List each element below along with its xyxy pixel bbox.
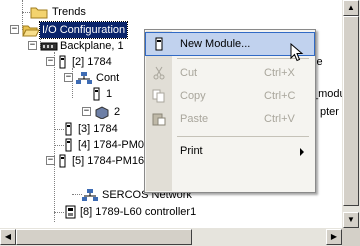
- tree-item-backplane[interactable]: − Backplane, 1: [28, 38, 148, 54]
- copy-icon: [152, 89, 165, 103]
- tree-connector: [54, 145, 64, 146]
- tree-item-trends[interactable]: Trends: [30, 4, 150, 20]
- horizontal-scroll-thumb[interactable]: [16, 229, 192, 245]
- tree-item-label: 2: [114, 106, 121, 118]
- tree-item-label: [2] 1784: [72, 56, 112, 68]
- tree-item-label: I/O Configuration: [38, 21, 129, 39]
- menu-item-label: Cut: [180, 67, 198, 79]
- network-icon: [82, 189, 98, 201]
- menu-item-shortcut: Ctrl+C: [264, 90, 296, 102]
- tree-connector: [54, 52, 55, 222]
- module-icon: [93, 87, 100, 101]
- mouse-cursor-icon: [290, 43, 304, 62]
- open-folder-icon: [22, 25, 40, 37]
- paste-icon: [152, 113, 166, 126]
- network-icon: [76, 72, 92, 84]
- menu-item-shortcut: Ctrl+X: [264, 67, 295, 79]
- collapse-icon[interactable]: −: [10, 25, 19, 34]
- collapse-icon[interactable]: −: [64, 73, 73, 82]
- menu-item-label: Copy: [180, 90, 206, 102]
- tree-item-label: [3] 1784: [78, 123, 118, 135]
- scroll-right-button[interactable]: ▶: [326, 229, 342, 245]
- module-icon: [59, 55, 66, 69]
- submenu-arrow-icon: [300, 148, 304, 156]
- tree-item-label-suffix: pter: [320, 106, 339, 118]
- vertical-scrollbar[interactable]: ▲ ▼: [342, 0, 360, 228]
- tree-item-connection[interactable]: − Cont: [64, 70, 144, 86]
- tree-connector: [54, 212, 64, 213]
- tree-connector: [72, 194, 82, 195]
- menu-item-label: Print: [180, 145, 203, 157]
- collapse-icon[interactable]: −: [46, 156, 55, 165]
- folder-icon: [30, 7, 48, 19]
- menu-item-label: Paste: [180, 113, 209, 125]
- module-icon: [65, 122, 72, 136]
- horizontal-scrollbar[interactable]: ◀ ▶: [0, 228, 342, 246]
- tree-item-label: [8] 1789-L60 controller1: [80, 206, 197, 218]
- tree-item-label: Cont: [96, 72, 120, 84]
- menu-item-shortcut: Ctrl+V: [264, 113, 295, 125]
- tree-item-io-configuration[interactable]: − I/O Configuration: [10, 21, 160, 39]
- menu-item-new-module[interactable]: New Module...: [145, 32, 315, 56]
- menu-item-label: New Module...: [180, 38, 251, 50]
- vertical-scroll-thumb[interactable]: [343, 16, 359, 206]
- tree-item-label: Backplane, 1: [60, 40, 124, 52]
- scroll-down-button[interactable]: ▼: [343, 212, 359, 228]
- collapse-icon[interactable]: −: [82, 107, 91, 116]
- scroll-corner: [342, 228, 360, 246]
- menu-separator: [177, 136, 309, 137]
- tree-item-label: Trends: [52, 6, 86, 18]
- new-module-icon: [155, 37, 163, 51]
- collapse-icon[interactable]: −: [28, 41, 37, 50]
- scroll-up-button[interactable]: ▲: [343, 0, 359, 16]
- collapse-icon[interactable]: −: [46, 57, 55, 66]
- menu-item-cut[interactable]: Cut Ctrl+X: [146, 62, 314, 84]
- module-icon: [59, 154, 66, 168]
- scissors-icon: [153, 66, 165, 80]
- menu-item-copy[interactable]: Copy Ctrl+C: [146, 85, 314, 107]
- tree-connector: [54, 129, 64, 130]
- adapter-icon: [95, 106, 109, 119]
- menu-item-print[interactable]: Print: [146, 140, 314, 162]
- tree-item-label: 1: [106, 88, 113, 100]
- tree-item-controller[interactable]: [8] 1789-L60 controller1: [64, 204, 264, 220]
- controller-icon: [65, 205, 76, 219]
- tree-item-module-3[interactable]: [3] 1784: [64, 121, 154, 137]
- backplane-icon: [40, 42, 58, 51]
- scroll-left-button[interactable]: ◀: [0, 229, 16, 245]
- menu-item-paste[interactable]: Paste Ctrl+V: [146, 108, 314, 130]
- module-icon: [65, 138, 72, 152]
